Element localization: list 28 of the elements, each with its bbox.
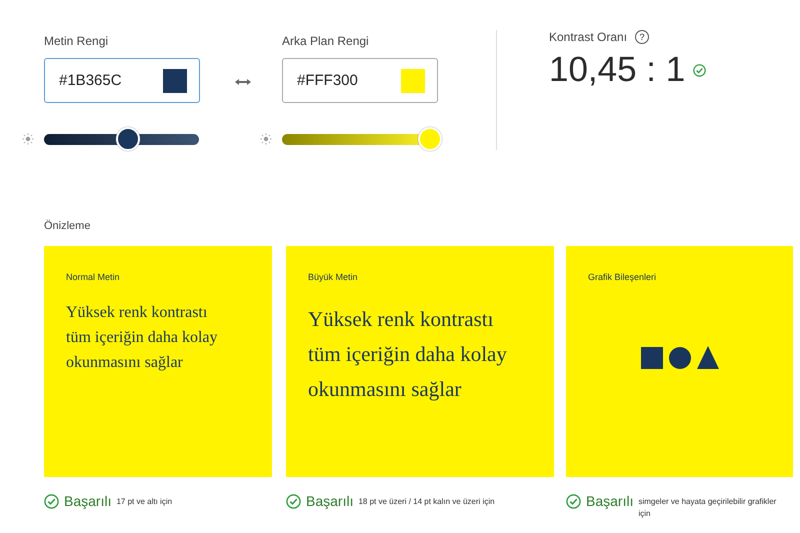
sample-text: Yüksek renk kontrastı tüm içeriğin daha kolay okunmasını sağlar	[66, 303, 219, 373]
criteria-note: 17 pt ve altı için	[116, 496, 172, 508]
criteria-note: 18 pt ve üzeri / 14 pt kalın ve üzeri için	[358, 496, 495, 508]
contrast-label: Kontrast Oranı	[549, 30, 628, 44]
color-input-field[interactable]: #1B365C	[44, 58, 200, 103]
card-title: Grafik Bileşenleri	[588, 272, 658, 282]
sample-text: Yüksek renk kontrastı tüm içeriğin daha kolay okunmasını sağlar	[308, 306, 508, 403]
brightness-icon	[260, 133, 272, 145]
help-button[interactable]: ?	[635, 30, 650, 44]
card-title: Büyük Metin	[308, 272, 359, 282]
status-text: Başarılı	[586, 493, 634, 509]
slider-thumb[interactable]	[116, 127, 140, 151]
color-swatch[interactable]	[163, 68, 187, 92]
brightness-slider[interactable]	[282, 127, 442, 151]
field-label: Arka Plan Rengi	[282, 34, 370, 48]
status-text: Başarılı	[64, 493, 112, 509]
card-title: Normal Metin	[66, 272, 121, 282]
criteria-note: simgeler ve hayata geçirilebilir grafikler için	[638, 496, 778, 520]
swap-icon[interactable]	[235, 78, 251, 86]
slider-thumb[interactable]	[418, 127, 442, 151]
section-label: Önizleme	[44, 220, 92, 232]
field-label: Metin Rengi	[44, 34, 110, 48]
color-input-field[interactable]: #FFF300	[282, 58, 438, 103]
shapes-icon	[640, 346, 718, 370]
status-text: Başarılı	[306, 493, 354, 509]
contrast-ratio: 10,45 : 1	[549, 50, 686, 90]
brightness-icon	[22, 133, 34, 145]
color-swatch[interactable]	[401, 68, 425, 92]
